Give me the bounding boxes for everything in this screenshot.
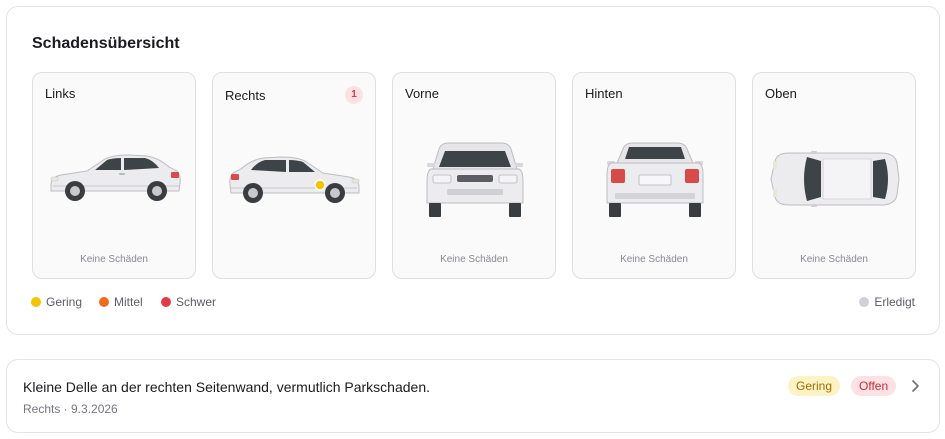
view-card-top[interactable]: Oben Keine Schäden [752,72,916,279]
legend-dot-done [859,297,870,307]
damage-description: Kleine Delle an der rechten Seitenwand, … [23,379,431,395]
view-card-left[interactable]: Links Keine Schäden [32,72,196,279]
damage-overview-panel: Schadensübersicht Links Keine Schäden Re… [6,6,940,335]
severity-legend: Gering Mittel Schwer Erledigt [31,295,915,311]
view-status-top: Keine Schäden [800,254,868,265]
overview-title: Schadensübersicht [32,35,180,52]
view-card-rear[interactable]: Hinten Keine Schäden [572,72,736,279]
damage-entry[interactable]: Kleine Delle an der rechten Seitenwand, … [6,359,940,433]
chevron-right-icon[interactable] [909,379,921,393]
view-status-rear: Keine Schäden [620,254,688,265]
view-label-top: Oben [765,86,797,101]
legend-dot-severe [161,297,171,307]
view-status-left: Keine Schäden [80,254,148,265]
damage-meta: Rechts · 9.3.2026 [23,402,118,416]
damage-marker [314,179,326,191]
car-rear-image [606,142,704,217]
car-left-side-image [50,154,181,201]
view-card-front[interactable]: Vorne Keine Schäden [392,72,556,279]
legend-item-medium: Mittel [99,295,143,309]
legend-label-minor: Gering [46,295,83,309]
car-right-side-image [229,156,360,203]
view-label-right: Rechts [225,88,266,103]
damage-count-badge: 1 [345,86,363,104]
severity-badge: Gering [788,376,841,396]
car-top-image [770,151,900,207]
view-label-rear: Hinten [585,86,623,101]
legend-label-medium: Mittel [114,295,143,309]
vehicle-views: Links Keine Schäden Rechts 1 Vorne Keine… [32,72,916,279]
legend-dot-medium [99,297,109,307]
car-front-image [426,142,524,217]
legend-item-done: Erledigt [859,295,915,309]
legend-label-severe: Schwer [176,295,217,309]
legend-item-minor: Gering [31,295,82,309]
legend-dot-minor [31,297,41,307]
view-label-left: Links [45,86,76,101]
status-badge: Offen [851,376,897,396]
view-label-front: Vorne [405,86,439,101]
legend-item-severe: Schwer [161,295,216,309]
view-status-front: Keine Schäden [440,254,508,265]
view-card-right[interactable]: Rechts 1 [212,72,376,279]
legend-label-done: Erledigt [874,295,915,309]
